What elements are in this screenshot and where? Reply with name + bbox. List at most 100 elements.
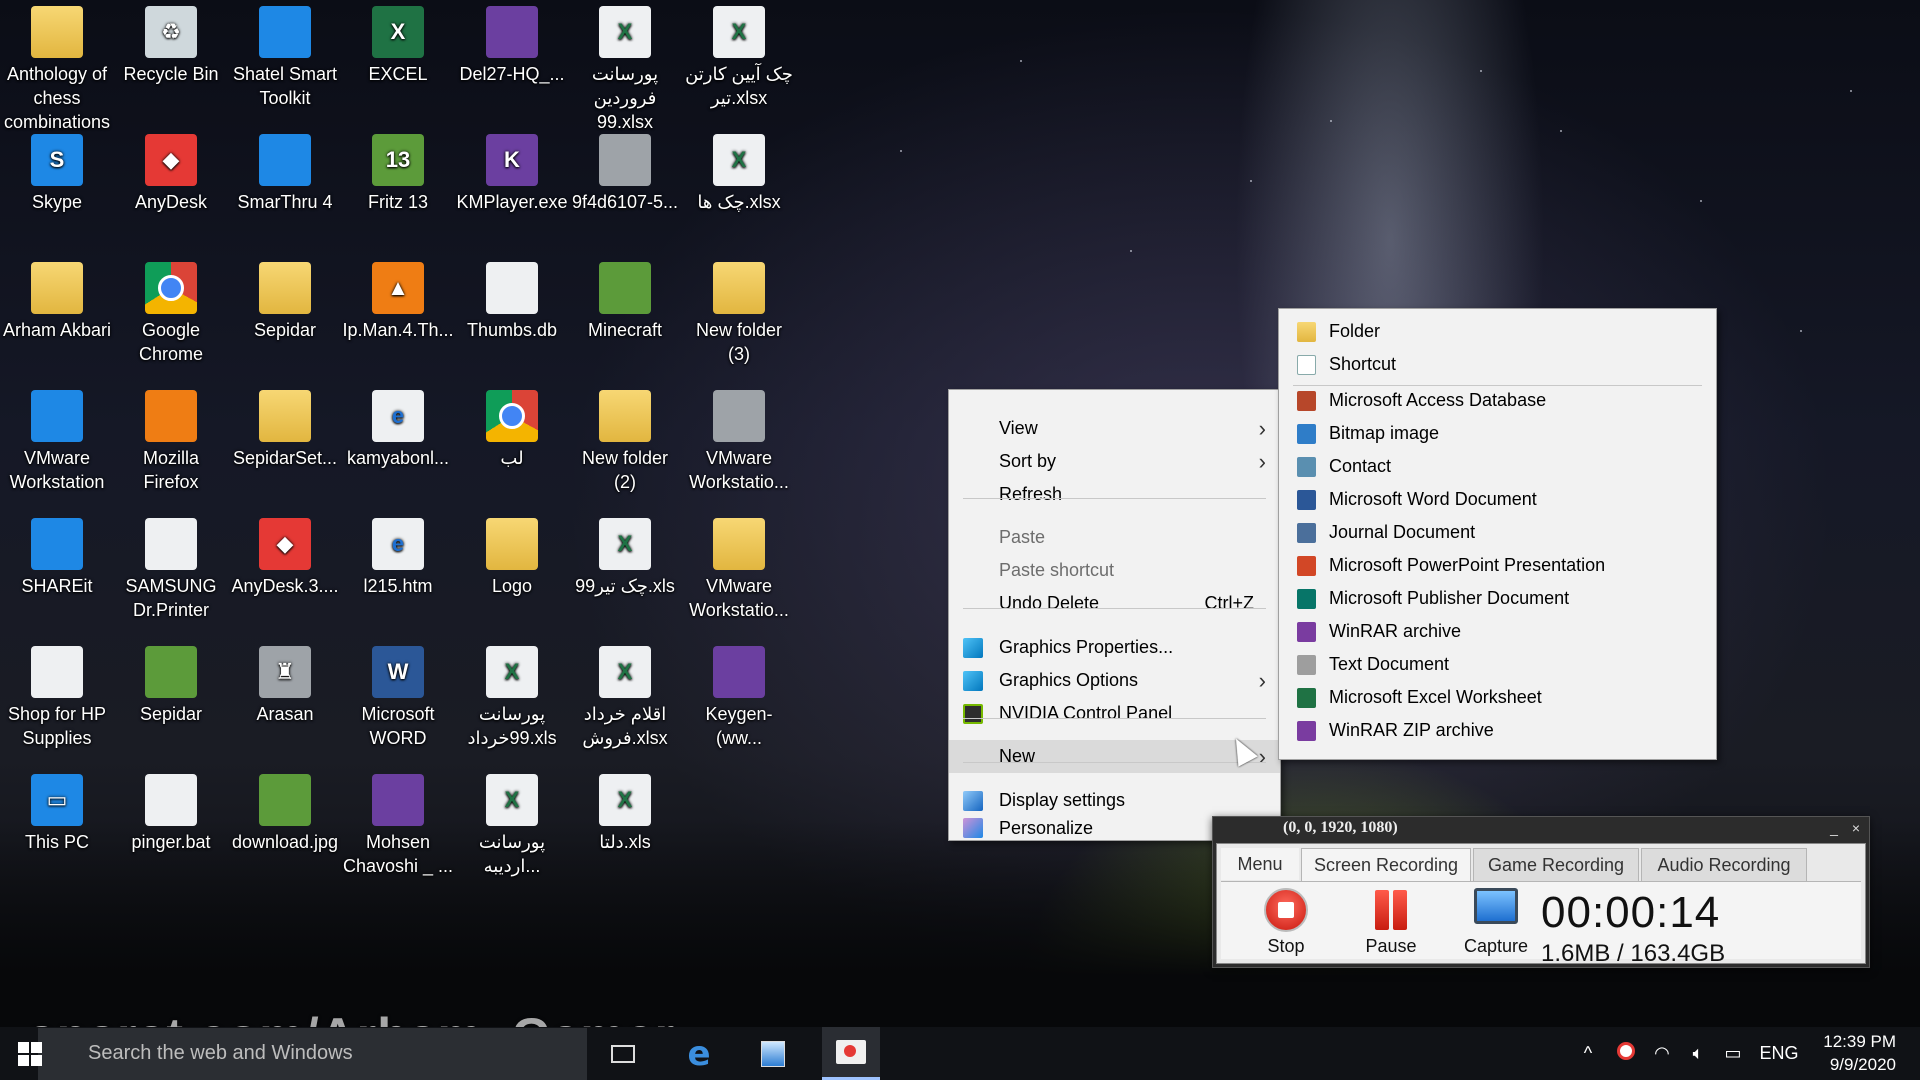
stop-button[interactable]: Stop <box>1246 884 1326 957</box>
submenu-item[interactable]: Microsoft Publisher Document <box>1279 582 1716 615</box>
desktop-icon[interactable]: VMware Workstation <box>1 384 113 494</box>
desktop-icon[interactable]: ◆ AnyDesk.3.... <box>229 512 341 598</box>
desktop-icon[interactable]: Logo <box>456 512 568 598</box>
menu-item-graphics-properties[interactable]: Graphics Properties... <box>949 631 1280 664</box>
desktop-icon[interactable]: ▭ This PC <box>1 768 113 854</box>
taskbar-search-box[interactable]: Search the web and Windows <box>38 1028 587 1080</box>
desktop-icon[interactable]: 13 Fritz 13 <box>342 128 454 214</box>
volume-icon[interactable]: 🔈︎ <box>1684 1027 1712 1080</box>
desktop-icon[interactable]: Shatel Smart Toolkit <box>229 0 341 110</box>
wifi-icon[interactable]: ◠ <box>1648 1027 1676 1080</box>
desktop-icon[interactable]: download.jpg <box>229 768 341 854</box>
desktop-icon[interactable]: Mozilla Firefox <box>115 384 227 494</box>
menu-item-sort-by[interactable]: Sort by › <box>949 445 1280 478</box>
desktop-icon[interactable]: Sepidar <box>229 256 341 342</box>
desktop-icon[interactable]: 9f4d6107-5... <box>569 128 681 214</box>
submenu-item-folder[interactable]: Folder <box>1279 315 1716 348</box>
desktop-icon[interactable]: SAMSUNG Dr.Printer <box>115 512 227 622</box>
menu-item-graphics-options[interactable]: Graphics Options › <box>949 664 1280 697</box>
desktop-icon[interactable]: W Microsoft WORD <box>342 640 454 750</box>
recorder-taskbar-icon[interactable] <box>822 1027 880 1080</box>
menu-item-display-settings[interactable]: Display settings <box>949 784 1280 817</box>
submenu-item[interactable]: Microsoft Word Document <box>1279 483 1716 516</box>
submenu-item[interactable]: Microsoft Excel Worksheet <box>1279 681 1716 714</box>
desktop-icon[interactable]: Google Chrome <box>115 256 227 366</box>
recorder-menu-tab[interactable]: Menu <box>1221 848 1299 880</box>
desktop-icon[interactable]: Mohsen Chavoshi _ ... <box>342 768 454 878</box>
desktop-icon[interactable]: ◆ AnyDesk <box>115 128 227 214</box>
desktop-icon[interactable]: X پورسانت 99خرداد.xls <box>456 640 568 750</box>
submenu-item[interactable]: Text Document <box>1279 648 1716 681</box>
desktop-icon-label: چک تیر99.xls <box>575 576 675 596</box>
desktop-icon[interactable]: VMware Workstatio... <box>683 512 795 622</box>
pause-button[interactable]: Pause <box>1351 884 1431 957</box>
desktop-icon[interactable]: X دلتا.xls <box>569 768 681 854</box>
task-view-icon[interactable] <box>596 1027 650 1080</box>
desktop-icon[interactable]: SHAREit <box>1 512 113 598</box>
desktop-icon[interactable]: Thumbs.db <box>456 256 568 342</box>
desktop-icon[interactable]: X چک تیر99.xls <box>569 512 681 598</box>
menu-item-paste[interactable]: Paste <box>949 521 1280 554</box>
desktop-icon[interactable]: VMware Workstatio... <box>683 384 795 494</box>
submenu-item[interactable]: WinRAR archive <box>1279 615 1716 648</box>
recording-tray-icon[interactable] <box>1612 1027 1640 1080</box>
menu-item-paste-shortcut[interactable]: Paste shortcut <box>949 554 1280 587</box>
desktop-icon[interactable]: Keygen-(ww... <box>683 640 795 750</box>
desktop-icon[interactable]: K KMPlayer.exe <box>456 128 568 214</box>
tab-screen-recording[interactable]: Screen Recording <box>1301 848 1471 883</box>
minimize-button[interactable]: _ <box>1825 817 1843 839</box>
desktop-icon[interactable]: New folder (2) <box>569 384 681 494</box>
tab-audio-recording[interactable]: Audio Recording <box>1641 848 1807 881</box>
action-center-icon[interactable]: ▭ <box>1719 1027 1747 1080</box>
desktop-icon[interactable]: S Skype <box>1 128 113 214</box>
desktop-icon[interactable]: X اقلام خرداد فروش.xlsx <box>569 640 681 750</box>
submenu-item[interactable]: Bitmap image <box>1279 417 1716 450</box>
desktop-icon[interactable]: X چک آیین کارتن تیر.xlsx <box>683 0 795 110</box>
desktop-icon[interactable]: X پورسانت فروردین 99.xlsx <box>569 0 681 134</box>
desktop-icon[interactable]: ♻ Recycle Bin <box>115 0 227 86</box>
menu-item-view[interactable]: View › <box>949 412 1280 445</box>
desktop-icon[interactable]: لب <box>456 384 568 470</box>
hp-shop-icon <box>31 646 83 698</box>
submenu-item[interactable]: Microsoft PowerPoint Presentation <box>1279 549 1716 582</box>
desktop-icon[interactable]: e l215.htm <box>342 512 454 598</box>
windows-start-icon[interactable] <box>18 1042 42 1066</box>
desktop-icon[interactable]: X EXCEL <box>342 0 454 86</box>
desktop-icon[interactable]: ▲ Ip.Man.4.Th... <box>342 256 454 342</box>
desktop-icon[interactable]: SmarThru 4 <box>229 128 341 214</box>
menu-item-refresh[interactable]: Refresh <box>949 478 1280 511</box>
submenu-item[interactable]: Microsoft Access Database <box>1279 384 1716 417</box>
intel-graphics-icon <box>963 671 983 691</box>
desktop-icon[interactable]: X چک ها.xlsx <box>683 128 795 214</box>
desktop-icon[interactable]: Anthology of chess combinations <box>1 0 113 134</box>
submenu-item[interactable]: Contact <box>1279 450 1716 483</box>
close-button[interactable]: × <box>1847 817 1865 839</box>
menu-item-nvidia-control-panel[interactable]: NVIDIA Control Panel <box>949 697 1280 730</box>
tab-game-recording[interactable]: Game Recording <box>1473 848 1639 881</box>
desktop-icon[interactable]: Shop for HP Supplies <box>1 640 113 750</box>
menu-item-undo-delete[interactable]: Undo Delete Ctrl+Z <box>949 587 1280 620</box>
submenu-item-shortcut[interactable]: Shortcut <box>1279 348 1716 381</box>
edge-icon[interactable]: e <box>672 1027 726 1080</box>
desktop-icon[interactable]: X پورسانت اردیبه... <box>456 768 568 878</box>
desktop-icon[interactable]: ♜ Arasan <box>229 640 341 726</box>
submenu-item[interactable]: WinRAR ZIP archive <box>1279 714 1716 747</box>
desktop-icon-label: چک آیین کارتن تیر.xlsx <box>685 64 793 108</box>
desktop-icon[interactable]: Minecraft <box>569 256 681 342</box>
photos-icon[interactable] <box>746 1027 800 1080</box>
desktop-icon[interactable]: New folder (3) <box>683 256 795 366</box>
menu-item-label: Graphics Properties... <box>999 637 1174 657</box>
language-indicator[interactable]: ENG <box>1756 1027 1802 1080</box>
desktop-icon-label: New folder (2) <box>581 448 669 492</box>
capture-button[interactable]: Capture <box>1456 884 1536 957</box>
desktop-icon[interactable]: e kamyabonl... <box>342 384 454 470</box>
submenu-item[interactable]: Journal Document <box>1279 516 1716 549</box>
desktop-icon-label: دلتا.xls <box>599 832 651 852</box>
tray-chevron-icon[interactable]: ^ <box>1576 1027 1600 1080</box>
desktop-icon[interactable]: Del27-HQ_... <box>456 0 568 86</box>
desktop-icon[interactable]: Arham Akbari <box>1 256 113 342</box>
taskbar-clock[interactable]: 12:39 PM 9/9/2020 <box>1823 1030 1896 1076</box>
desktop-icon[interactable]: pinger.bat <box>115 768 227 854</box>
desktop-icon[interactable]: Sepidar <box>115 640 227 726</box>
desktop-icon[interactable]: SepidarSet... <box>229 384 341 470</box>
